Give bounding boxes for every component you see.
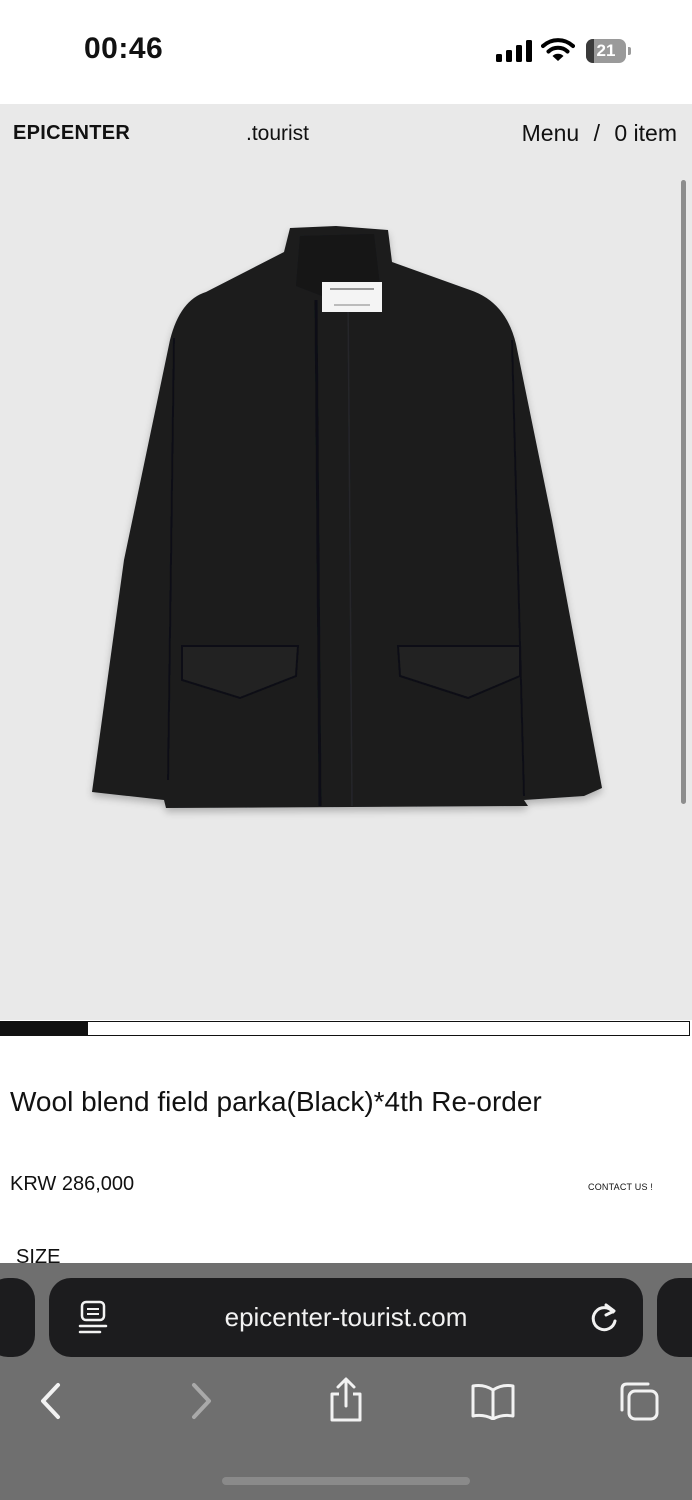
product-title: Wool blend field parka(Black)*4th Re-ord… (10, 1086, 542, 1117)
product-image[interactable] (0, 164, 692, 1020)
battery-icon: 21 (586, 39, 631, 63)
carousel-progress[interactable] (0, 1021, 690, 1036)
battery-level: 21 (596, 41, 616, 60)
product-price: KRW 286,000 (10, 1173, 135, 1195)
contact-us-link[interactable]: CONTACT US ! (588, 1182, 653, 1192)
home-indicator (222, 1477, 470, 1485)
forward-icon[interactable] (188, 1382, 214, 1420)
cart-link[interactable]: 0 item (614, 120, 677, 146)
sub-brand-link[interactable]: .tourist (246, 122, 309, 146)
reload-icon[interactable] (588, 1301, 620, 1335)
menu-link[interactable]: Menu (522, 120, 580, 146)
status-time: 00:46 (84, 32, 164, 65)
jacket-image (92, 226, 602, 808)
carousel-progress-fill (1, 1022, 89, 1035)
page-scrollbar[interactable] (681, 180, 686, 804)
header-nav: Menu / 0 item (522, 120, 677, 147)
reader-icon[interactable] (78, 1300, 108, 1336)
back-icon[interactable] (38, 1382, 64, 1420)
wifi-icon (541, 38, 575, 61)
tabs-icon[interactable] (618, 1380, 660, 1422)
header-separator: / (593, 120, 600, 146)
brand-logo[interactable]: EPICENTER (13, 122, 130, 145)
share-icon[interactable] (326, 1376, 366, 1424)
bookmarks-icon[interactable] (470, 1382, 516, 1420)
cellular-signal-icon (496, 40, 532, 62)
